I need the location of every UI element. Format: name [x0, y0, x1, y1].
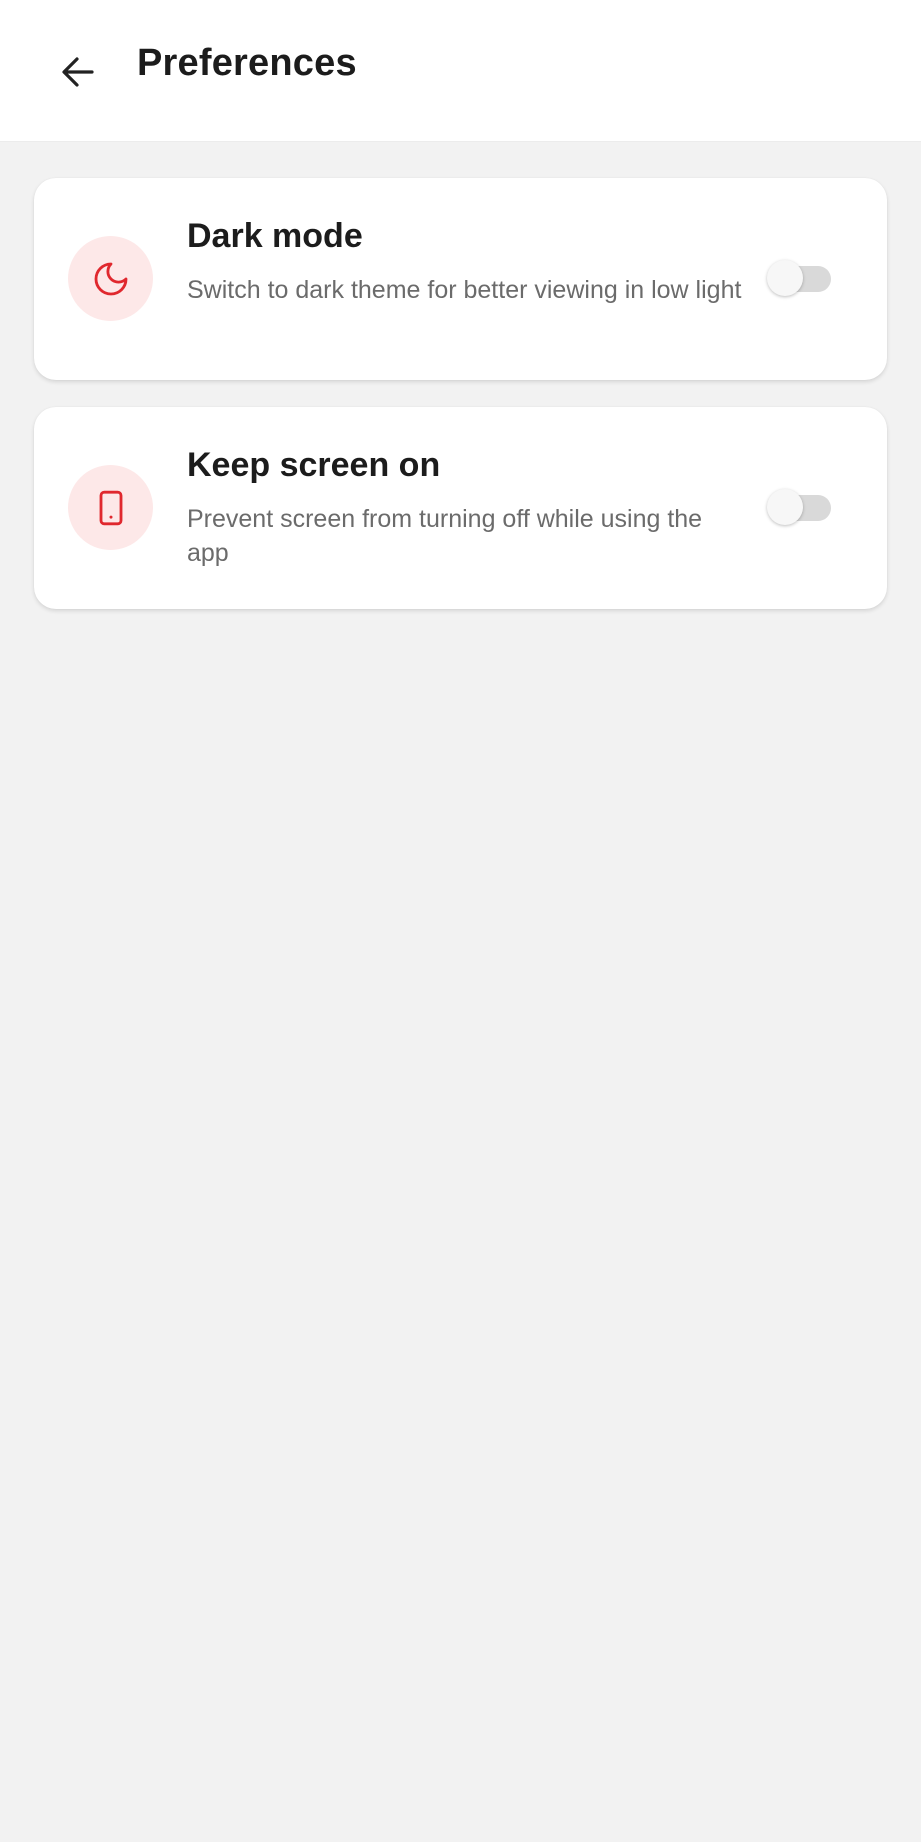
setting-text: Keep screen on Prevent screen from turni…: [187, 445, 747, 570]
page-title: Preferences: [137, 42, 357, 84]
back-button[interactable]: [48, 46, 108, 98]
setting-icon-container: [68, 465, 153, 550]
setting-icon-container: [68, 236, 153, 321]
setting-title: Keep screen on: [187, 446, 441, 484]
settings-list: Dark mode Switch to dark theme for bette…: [0, 142, 921, 609]
keep-screen-on-toggle[interactable]: [767, 489, 831, 525]
toggle-thumb: [767, 260, 803, 296]
app-bar: Preferences: [0, 0, 921, 142]
setting-title: Dark mode: [187, 217, 363, 255]
setting-text: Dark mode Switch to dark theme for bette…: [187, 216, 747, 307]
dark-mode-toggle[interactable]: [767, 260, 831, 296]
toggle-thumb: [767, 489, 803, 525]
setting-card-dark-mode[interactable]: Dark mode Switch to dark theme for bette…: [34, 178, 887, 380]
phone-icon: [99, 490, 122, 525]
setting-card-keep-screen-on[interactable]: Keep screen on Prevent screen from turni…: [34, 407, 887, 609]
arrow-left-icon: [62, 57, 94, 87]
setting-description: Switch to dark theme for better viewing …: [187, 276, 742, 304]
setting-description: Prevent screen from turning off while us…: [187, 505, 703, 567]
moon-icon: [94, 262, 127, 295]
